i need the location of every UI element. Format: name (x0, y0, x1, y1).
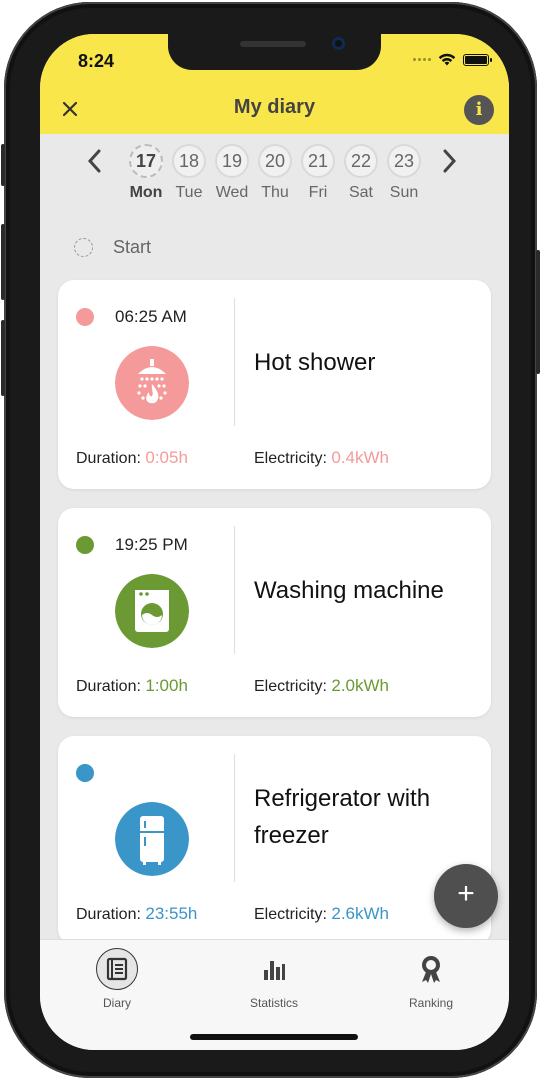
nav-item-statistics[interactable]: Statistics (224, 948, 324, 1010)
add-entry-button[interactable]: + (434, 864, 498, 928)
nav-item-diary[interactable]: Diary (67, 948, 167, 1010)
duration-label: Duration: (76, 678, 141, 695)
day-number: 23 (387, 144, 421, 178)
phone-frame: 8:24 My diary i 17 Mon 18 Tue 19 Wed 20 … (1, 2, 540, 1078)
next-week-button[interactable] (442, 148, 462, 174)
electricity-value: 0.4kWh (331, 448, 389, 467)
nav-label-statistics: Statistics (249, 996, 298, 1010)
day-number: 21 (301, 144, 335, 178)
mute-switch (1, 144, 5, 186)
power-button (536, 250, 540, 374)
chevron-right-icon (443, 149, 457, 173)
day-wed[interactable]: 19 Wed (212, 144, 252, 202)
entry-electricity: Electricity: 2.0kWh (254, 676, 389, 696)
nav-item-ranking[interactable]: Ranking (381, 948, 481, 1010)
previous-week-button[interactable] (86, 148, 106, 174)
duration-value: 0:05h (145, 448, 188, 467)
day-number: 17 (129, 144, 163, 178)
entry-time: 06:25 AM (115, 307, 187, 326)
entry-time: 19:25 PM (115, 535, 188, 554)
day-sat[interactable]: 22 Sat (341, 144, 381, 202)
page-title: My diary (233, 96, 316, 118)
day-name: Sun (389, 184, 419, 201)
duration-label: Duration: (76, 450, 141, 467)
diary-entry-card[interactable]: Refrigerator with freezer Duration: 23:5… (58, 736, 491, 945)
wifi-icon (438, 53, 456, 66)
chevron-left-icon (87, 149, 101, 173)
nav-label-ranking: Ranking (408, 996, 454, 1010)
start-row: Start (74, 237, 151, 258)
duration-label: Duration: (76, 906, 141, 923)
start-marker-icon (74, 238, 93, 257)
electricity-label: Electricity: (254, 450, 327, 467)
ranking-icon (410, 948, 452, 990)
speaker (240, 41, 306, 47)
day-thu[interactable]: 20 Thu (255, 144, 295, 202)
start-label: Start (113, 237, 152, 257)
week-selector: 17 Mon 18 Tue 19 Wed 20 Thu 21 Fri 22 Sat 23 Sun (40, 134, 509, 214)
card-divider (234, 754, 235, 882)
statistics-icon (253, 948, 295, 990)
home-indicator (190, 1034, 358, 1040)
camera (332, 37, 345, 50)
entry-color-dot (76, 764, 94, 782)
info-button[interactable]: i (464, 95, 494, 125)
washing-machine-icon (115, 574, 189, 648)
volume-down-button (1, 320, 5, 396)
diary-icon (96, 948, 138, 990)
notch (168, 34, 381, 70)
day-number: 18 (172, 144, 206, 178)
entry-duration: Duration: 23:55h (76, 904, 197, 924)
status-time: 8:24 (78, 51, 115, 71)
day-name: Wed (215, 184, 249, 201)
day-sun[interactable]: 23 Sun (384, 144, 424, 202)
shower-icon (115, 346, 189, 420)
entry-name: Hot shower (254, 349, 376, 376)
day-name: Fri (308, 184, 328, 201)
diary-entry-card[interactable]: 19:25 PM Washing machine Duration: 1:00h… (58, 508, 491, 717)
entry-color-dot (76, 308, 94, 326)
day-number: 19 (215, 144, 249, 178)
entry-duration: Duration: 1:00h (76, 676, 188, 696)
battery-icon (463, 53, 492, 66)
electricity-value: 2.0kWh (331, 676, 389, 695)
day-number: 20 (258, 144, 292, 178)
refrigerator-icon (115, 802, 189, 876)
card-divider (234, 298, 235, 426)
diary-entry-card[interactable]: 06:25 AM Hot shower Duration: 0:05h Elec… (58, 280, 491, 489)
entry-electricity: Electricity: 0.4kWh (254, 448, 389, 468)
day-fri[interactable]: 21 Fri (298, 144, 338, 202)
entry-name: Refrigerator with freezer (254, 785, 431, 849)
day-number: 22 (344, 144, 378, 178)
entry-duration: Duration: 0:05h (76, 448, 188, 468)
screen: 8:24 My diary i 17 Mon 18 Tue 19 Wed 20 … (40, 34, 509, 1050)
duration-value: 23:55h (145, 904, 198, 923)
entry-electricity: Electricity: 2.6kWh (254, 904, 389, 924)
day-mon[interactable]: 17 Mon (126, 144, 166, 202)
day-tue[interactable]: 18 Tue (169, 144, 209, 202)
day-name: Tue (175, 184, 203, 201)
day-name: Sat (348, 184, 373, 201)
nav-label-diary: Diary (102, 996, 131, 1010)
card-divider (234, 526, 235, 654)
electricity-label: Electricity: (254, 678, 327, 695)
electricity-value: 2.6kWh (331, 904, 389, 923)
entry-name: Washing machine (254, 577, 444, 604)
signal-icon (413, 58, 431, 61)
electricity-label: Electricity: (254, 906, 327, 923)
volume-up-button (1, 224, 5, 300)
day-name: Mon (129, 184, 163, 201)
duration-value: 1:00h (145, 676, 188, 695)
status-icons (413, 53, 492, 66)
day-name: Thu (261, 184, 289, 201)
entry-color-dot (76, 536, 94, 554)
